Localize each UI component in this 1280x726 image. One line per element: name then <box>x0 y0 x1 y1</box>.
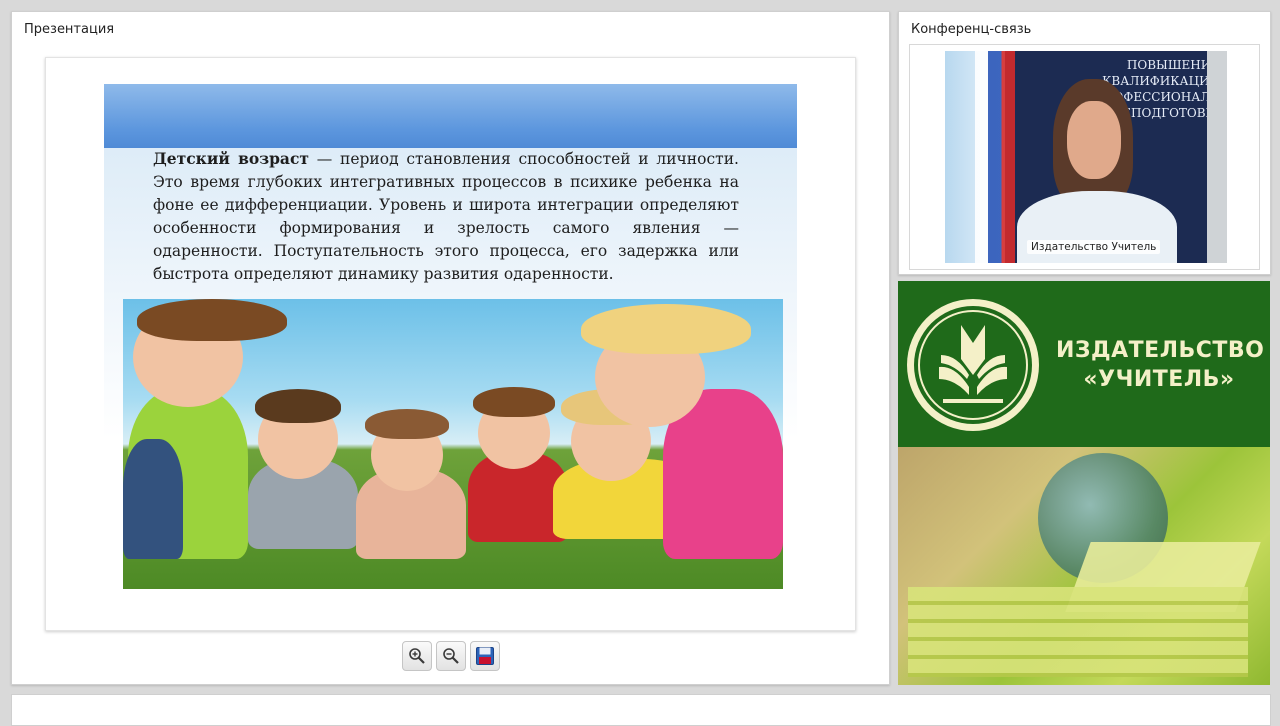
books-stack-image <box>908 587 1248 677</box>
publisher-name-line: ИЗДАТЕЛЬСТВО <box>1056 338 1265 363</box>
publisher-name: ИЗДАТЕЛЬСТВО «УЧИТЕЛЬ» <box>1056 336 1265 394</box>
video-backdrop-flag <box>975 51 1015 263</box>
zoom-out-button[interactable] <box>436 641 466 671</box>
publisher-banner-top: ИЗДАТЕЛЬСТВО «УЧИТЕЛЬ» <box>898 281 1270 447</box>
slide-bold-term: Детский возраст <box>153 149 310 168</box>
conference-panel-title: Конференц-связь <box>911 22 1032 37</box>
publisher-name-line: «УЧИТЕЛЬ» <box>1083 367 1235 392</box>
publisher-logo-icon <box>907 299 1039 431</box>
slide-body-text: Детский возраст — период становления спо… <box>153 147 739 286</box>
save-icon <box>476 647 494 665</box>
zoom-in-icon <box>409 648 425 664</box>
video-container: ПОВЫШЕНИЕ КВАЛИФИКАЦИИ ПРОФЕССИОНАЛЬНАЯ … <box>909 44 1260 270</box>
save-button[interactable] <box>470 641 500 671</box>
speaker-face <box>1067 101 1121 179</box>
child-figure <box>243 389 363 589</box>
child-figure <box>351 409 471 589</box>
conference-panel: Конференц-связь ПОВЫШЕНИЕ КВАЛИФИКАЦИИ П… <box>898 11 1271 275</box>
video-caption: Издательство Учитель <box>1027 240 1161 254</box>
slide-text-rest: — период становления способностей и личн… <box>153 150 739 283</box>
zoom-out-icon <box>443 648 459 664</box>
child-figure <box>573 299 783 589</box>
presentation-panel: Презентация Детский возраст — период ста… <box>11 11 890 685</box>
publisher-banner: ИЗДАТЕЛЬСТВО «УЧИТЕЛЬ» <box>898 281 1270 685</box>
presentation-panel-title: Презентация <box>24 22 115 37</box>
backdrop-line: ПОВЫШЕНИЕ <box>1126 58 1220 72</box>
zoom-in-button[interactable] <box>402 641 432 671</box>
publisher-banner-books-image <box>898 447 1270 685</box>
bottom-panel <box>11 694 1271 726</box>
video-backdrop-right <box>1207 51 1227 263</box>
webcam-video[interactable]: ПОВЫШЕНИЕ КВАЛИФИКАЦИИ ПРОФЕССИОНАЛЬНАЯ … <box>945 51 1227 263</box>
slide-children-photo <box>123 299 783 589</box>
slide-header-band <box>104 84 797 148</box>
slide-viewport[interactable]: Детский возраст — период становления спо… <box>45 57 856 631</box>
presentation-slide: Детский возраст — период становления спо… <box>104 84 797 592</box>
